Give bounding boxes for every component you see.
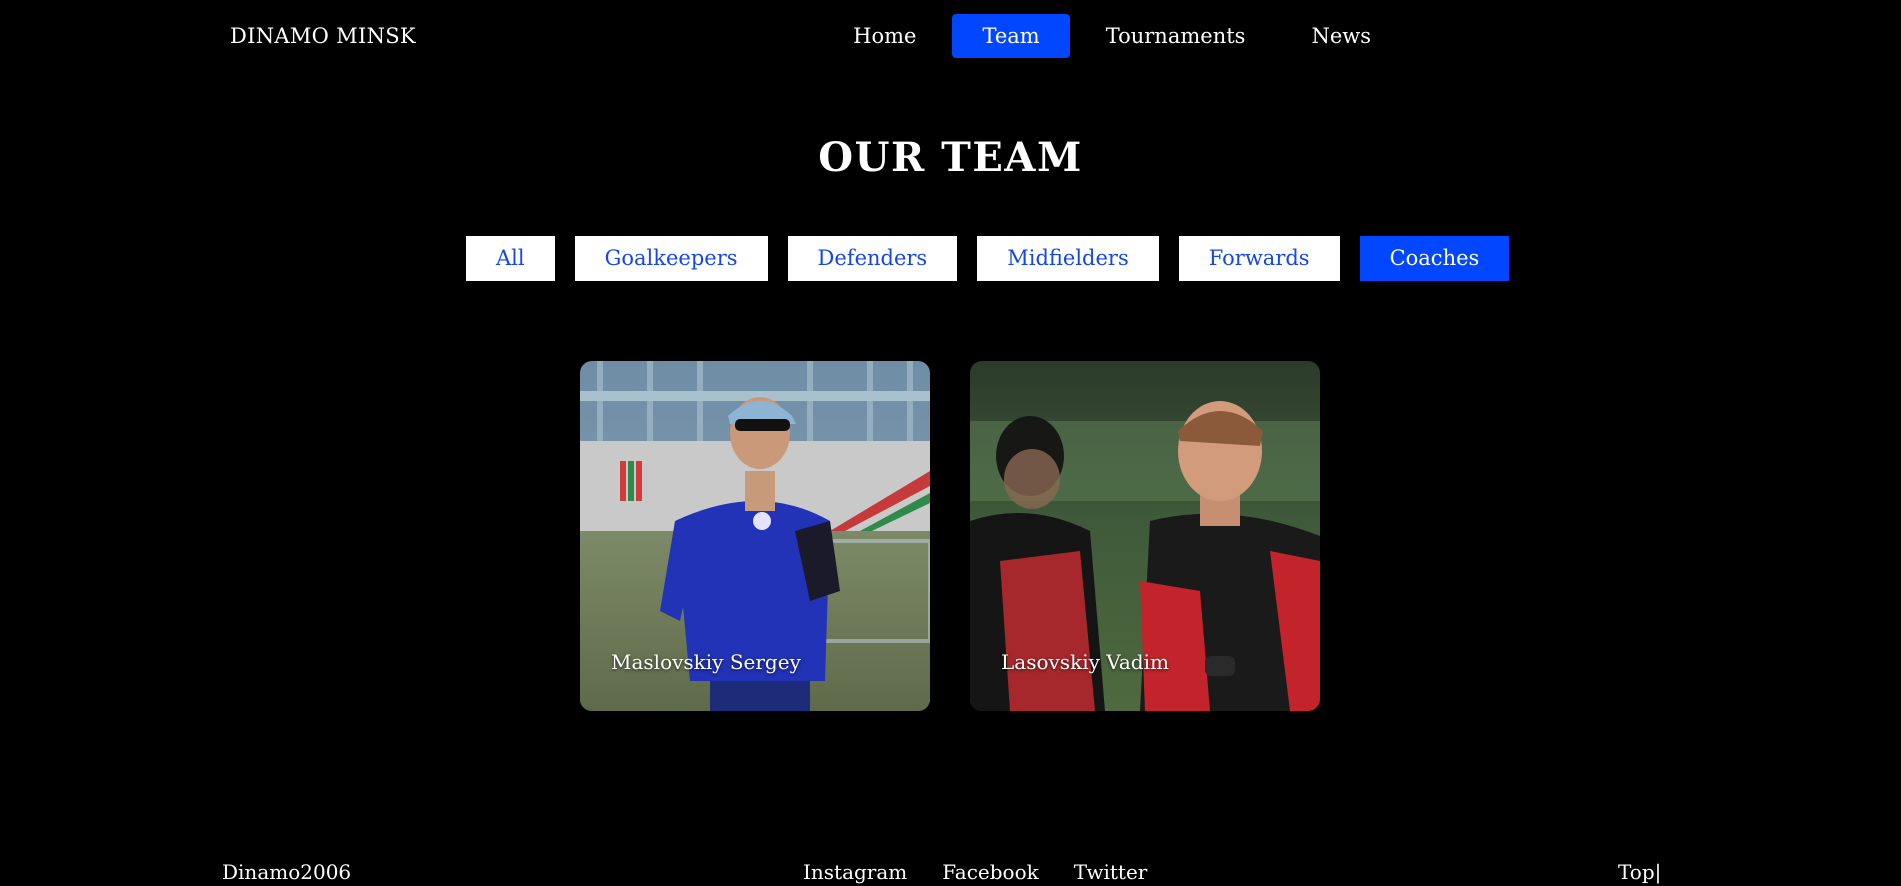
footer-brand[interactable]: Dinamo2006 [222,860,351,884]
nav-item-team[interactable]: Team [952,14,1070,58]
brand-logo-text[interactable]: DINAMO MINSK [230,24,416,48]
social-links: Instagram Facebook Twitter [803,860,1147,884]
instagram-link[interactable]: Instagram [803,860,907,884]
back-to-top-link[interactable]: Top| [1618,860,1661,884]
nav-item-tournaments[interactable]: Tournaments [1076,14,1276,58]
team-member-name: Lasovskiy Vadim [1001,650,1169,674]
nav-item-news[interactable]: News [1281,14,1401,58]
filter-all-button[interactable]: All [466,236,555,281]
position-filters: All Goalkeepers Defenders Midfielders Fo… [466,236,1529,281]
team-member-card[interactable]: Maslovskiy Sergey [580,361,930,711]
twitter-link[interactable]: Twitter [1074,860,1148,884]
nav-item-home[interactable]: Home [823,14,946,58]
filter-coaches-button[interactable]: Coaches [1359,236,1510,281]
page-title: OUR TEAM [818,134,1083,181]
filter-midfielders-button[interactable]: Midfielders [977,236,1159,281]
main-nav: Home Team Tournaments News [817,14,1401,58]
team-member-card[interactable]: Lasovskiy Vadim [970,361,1320,711]
filter-forwards-button[interactable]: Forwards [1178,236,1340,281]
footer: Dinamo2006 Instagram Facebook Twitter To… [0,860,1901,886]
facebook-link[interactable]: Facebook [942,860,1038,884]
filter-defenders-button[interactable]: Defenders [787,236,958,281]
filter-goalkeepers-button[interactable]: Goalkeepers [574,236,768,281]
team-member-name: Maslovskiy Sergey [611,650,801,674]
team-cards: Maslovskiy Sergey Lasovskiy Vadim [580,361,1320,711]
page: DINAMO MINSK Home Team Tournaments News … [0,0,1901,886]
